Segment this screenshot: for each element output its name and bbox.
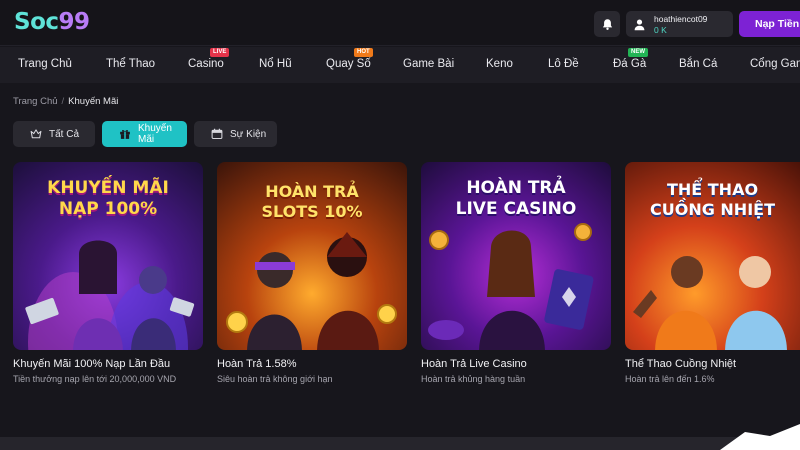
tab-label: Sự Kiện: [230, 128, 267, 140]
top-header: Soc99 hoathiencot09 0 K Nạp Tiền: [0, 0, 800, 46]
nav-item-keno[interactable]: Keno: [486, 58, 513, 70]
account-balance: 0 K: [654, 25, 667, 35]
main-nav: Trang Chủ Thể Thao LIVE Casino Nổ Hũ HOT…: [0, 47, 800, 83]
promo-banner[interactable]: HOÀN TRẢ LIVE CASINO: [421, 162, 611, 350]
tab-label: Khuyến Mãi: [138, 123, 172, 145]
site-logo[interactable]: Soc99: [14, 9, 90, 35]
user-account-box[interactable]: hoathiencot09 0 K: [626, 11, 733, 37]
promo-banner[interactable]: KHUYẾN MÃI NẠP 100%: [13, 162, 203, 350]
tab-label: Tất Cả: [49, 128, 80, 140]
promo-artwork: [25, 240, 195, 350]
gift-icon: [119, 128, 131, 140]
user-icon: [634, 18, 644, 30]
live-badge: LIVE: [210, 48, 230, 57]
hot-badge: HOT: [354, 48, 373, 57]
nav-item-card-games[interactable]: Game Bài: [403, 58, 454, 70]
tab-events[interactable]: Sự Kiện: [194, 121, 277, 147]
promo-card-slots-rebate[interactable]: HOÀN TRẢ SLOTS 10% Hoàn Trả 1.58% Siêu h…: [217, 162, 407, 384]
nav-label: Thể Thao: [106, 58, 156, 70]
promo-banner[interactable]: HOÀN TRẢ SLOTS 10%: [217, 162, 407, 350]
logo-text-part2: 99: [58, 9, 91, 35]
promo-subtitle: Hoàn trả khủng hàng tuần: [421, 374, 526, 384]
decorative-corner-shape: [720, 424, 800, 450]
breadcrumb-home-link[interactable]: Trang Chủ: [13, 96, 58, 107]
tab-all[interactable]: Tất Cả: [13, 121, 95, 147]
promo-title: Khuyến Mãi 100% Nạp Lần Đầu: [13, 358, 171, 370]
promo-artwork: [428, 223, 594, 350]
promo-subtitle: Hoàn trả lên đến 1.6%: [625, 374, 715, 384]
notification-button[interactable]: [594, 11, 620, 37]
nav-item-home[interactable]: Trang Chủ: [18, 58, 72, 70]
nav-item-fish-shooting[interactable]: Bắn Cá: [679, 58, 717, 70]
promo-card-deposit-bonus[interactable]: KHUYẾN MÃI NẠP 100% Khuyến Mãi 100% Nạp …: [13, 162, 203, 384]
user-avatar: [630, 15, 648, 33]
promo-subtitle: Siêu hoàn trả không giới hạn: [217, 374, 333, 384]
nav-label: Casino: [188, 58, 224, 70]
promo-subtitle: Tiền thưởng nạp lên tới 20,000,000 VND: [13, 374, 177, 384]
nav-item-casino[interactable]: LIVE Casino: [188, 48, 230, 70]
promo-artwork: [226, 232, 397, 350]
nav-label: Game Bài: [403, 58, 455, 70]
tab-promotions[interactable]: Khuyến Mãi: [102, 121, 187, 147]
nav-label: Quay Số: [326, 58, 371, 70]
nav-item-lottery[interactable]: HOT Quay Số: [326, 48, 373, 70]
nav-item-game-portal[interactable]: Cổng Game: [750, 58, 800, 70]
nav-label: Cổng Game: [750, 58, 800, 70]
nav-label: Keno: [486, 58, 513, 70]
nav-item-lo-de[interactable]: Lô Đề: [548, 58, 579, 70]
nav-label: Nổ Hũ: [259, 58, 292, 70]
breadcrumb: Trang Chủ / Khuyến Mãi: [13, 96, 118, 107]
username: hoathiencot09: [654, 14, 708, 24]
nav-item-cockfight[interactable]: NEW Đá Gà: [613, 48, 648, 70]
bell-icon: [602, 18, 612, 30]
promo-title: Hoàn Trả Live Casino: [421, 358, 527, 370]
promo-artwork: [633, 256, 787, 350]
promo-card-live-casino-rebate[interactable]: HOÀN TRẢ LIVE CASINO Hoàn Trả Live Casin…: [421, 162, 611, 384]
promo-title: Hoàn Trả 1.58%: [217, 358, 297, 370]
promo-banner[interactable]: THỂ THAO CUỒNG NHIỆT: [625, 162, 800, 350]
footer-strip: [0, 437, 800, 450]
new-badge: NEW: [628, 48, 648, 57]
breadcrumb-current: Khuyến Mãi: [68, 96, 119, 107]
breadcrumb-separator: /: [61, 96, 65, 107]
logo-text-part1: Soc: [14, 9, 59, 35]
promo-title: Thể Thao Cuồng Nhiệt: [625, 358, 737, 370]
promo-card-sports[interactable]: THỂ THAO CUỒNG NHIỆT Thể Thao Cuồng Nhiệ…: [625, 162, 800, 384]
nav-label: Lô Đề: [548, 58, 579, 70]
nav-item-jackpot[interactable]: Nổ Hũ: [259, 58, 292, 70]
deposit-button[interactable]: Nạp Tiền: [739, 11, 800, 37]
nav-label: Đá Gà: [613, 58, 647, 70]
crown-icon: [30, 128, 42, 140]
nav-label: Trang Chủ: [18, 58, 72, 70]
nav-item-sports[interactable]: Thể Thao: [106, 58, 155, 70]
nav-label: Bắn Cá: [679, 58, 718, 70]
calendar-icon: [211, 128, 223, 140]
